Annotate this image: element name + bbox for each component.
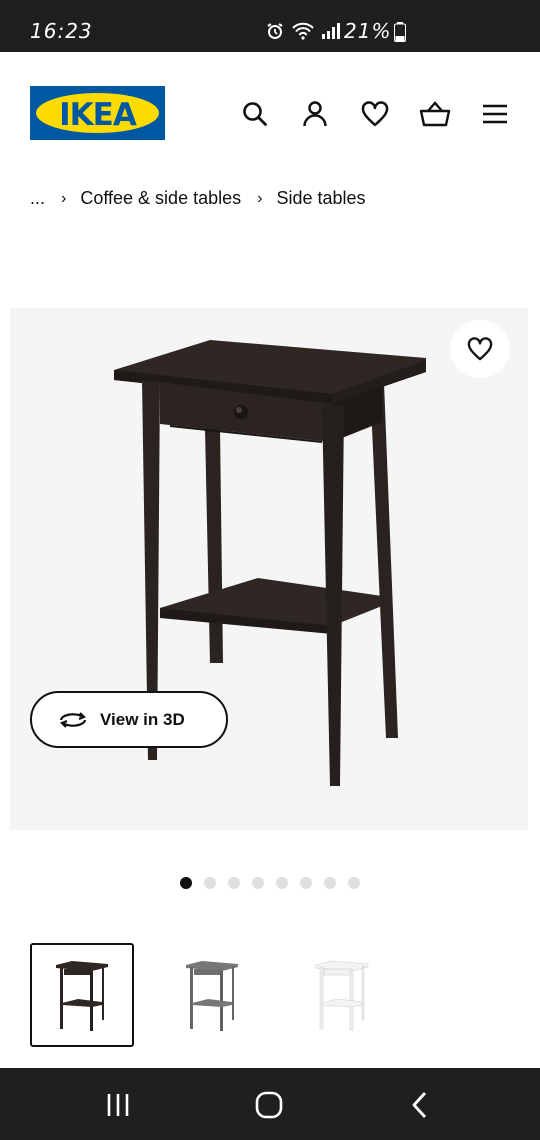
heart-icon	[361, 101, 389, 127]
carousel-dot[interactable]	[300, 877, 312, 889]
carousel-dot[interactable]	[348, 877, 360, 889]
basket-button[interactable]	[415, 94, 455, 134]
site-header: IKEA	[0, 52, 540, 172]
carousel-dot[interactable]	[180, 877, 192, 889]
alarm-icon	[267, 23, 283, 39]
search-button[interactable]	[235, 94, 275, 134]
recent-apps-button[interactable]	[98, 1088, 138, 1122]
view-in-3d-label: View in 3D	[100, 709, 185, 729]
carousel-dot[interactable]	[276, 877, 288, 889]
add-to-favourites-button[interactable]	[450, 320, 510, 378]
carousel-dot[interactable]	[324, 877, 336, 889]
color-variant-thumbnails	[30, 943, 420, 1047]
status-icons	[266, 22, 342, 40]
basket-icon	[419, 101, 451, 127]
carousel-dot[interactable]	[228, 877, 240, 889]
carousel-indicator	[180, 877, 360, 889]
battery-percent: 21%	[344, 19, 392, 43]
heart-icon	[467, 337, 493, 361]
side-table-thumbnail	[186, 961, 238, 1031]
menu-icon	[483, 104, 507, 124]
breadcrumb-item-side-tables[interactable]: Side tables	[276, 188, 365, 209]
side-table-thumbnail	[56, 961, 108, 1031]
system-navigation-bar	[0, 1068, 540, 1140]
battery-icon	[394, 22, 406, 42]
home-icon	[255, 1091, 283, 1119]
status-bar: 16:23 21%	[0, 0, 540, 52]
recent-apps-icon	[107, 1094, 129, 1116]
breadcrumb-item-coffee-side-tables[interactable]: Coffee & side tables	[80, 188, 241, 209]
view-in-3d-button[interactable]: View in 3D	[30, 691, 228, 748]
back-button[interactable]	[400, 1088, 440, 1122]
variant-thumbnail-black-brown[interactable]	[30, 943, 134, 1047]
wifi-icon	[292, 22, 314, 40]
ikea-logo[interactable]: IKEA	[30, 86, 165, 140]
side-table-thumbnail	[315, 960, 369, 1031]
carousel-dot[interactable]	[252, 877, 264, 889]
chevron-right-icon: ›	[61, 189, 67, 207]
account-button[interactable]	[295, 94, 335, 134]
status-time: 16:23	[30, 19, 93, 43]
rotate-3d-icon	[59, 711, 87, 728]
menu-button[interactable]	[475, 94, 515, 134]
home-button[interactable]	[249, 1088, 289, 1122]
breadcrumb-ellipsis[interactable]: ...	[30, 188, 45, 209]
carousel-dot[interactable]	[204, 877, 216, 889]
favourites-button[interactable]	[355, 94, 395, 134]
account-icon	[303, 101, 327, 127]
breadcrumb: ... › Coffee & side tables › Side tables	[30, 188, 366, 209]
signal-icon	[322, 23, 340, 39]
chevron-right-icon: ›	[257, 189, 263, 207]
back-icon	[412, 1092, 427, 1118]
side-table-illustration	[114, 340, 426, 786]
variant-thumbnail-white[interactable]	[290, 943, 394, 1047]
search-icon	[243, 102, 267, 126]
product-image[interactable]	[10, 308, 528, 830]
variant-thumbnail-dark-grey[interactable]	[160, 943, 264, 1047]
logo-text: IKEA	[59, 97, 137, 133]
